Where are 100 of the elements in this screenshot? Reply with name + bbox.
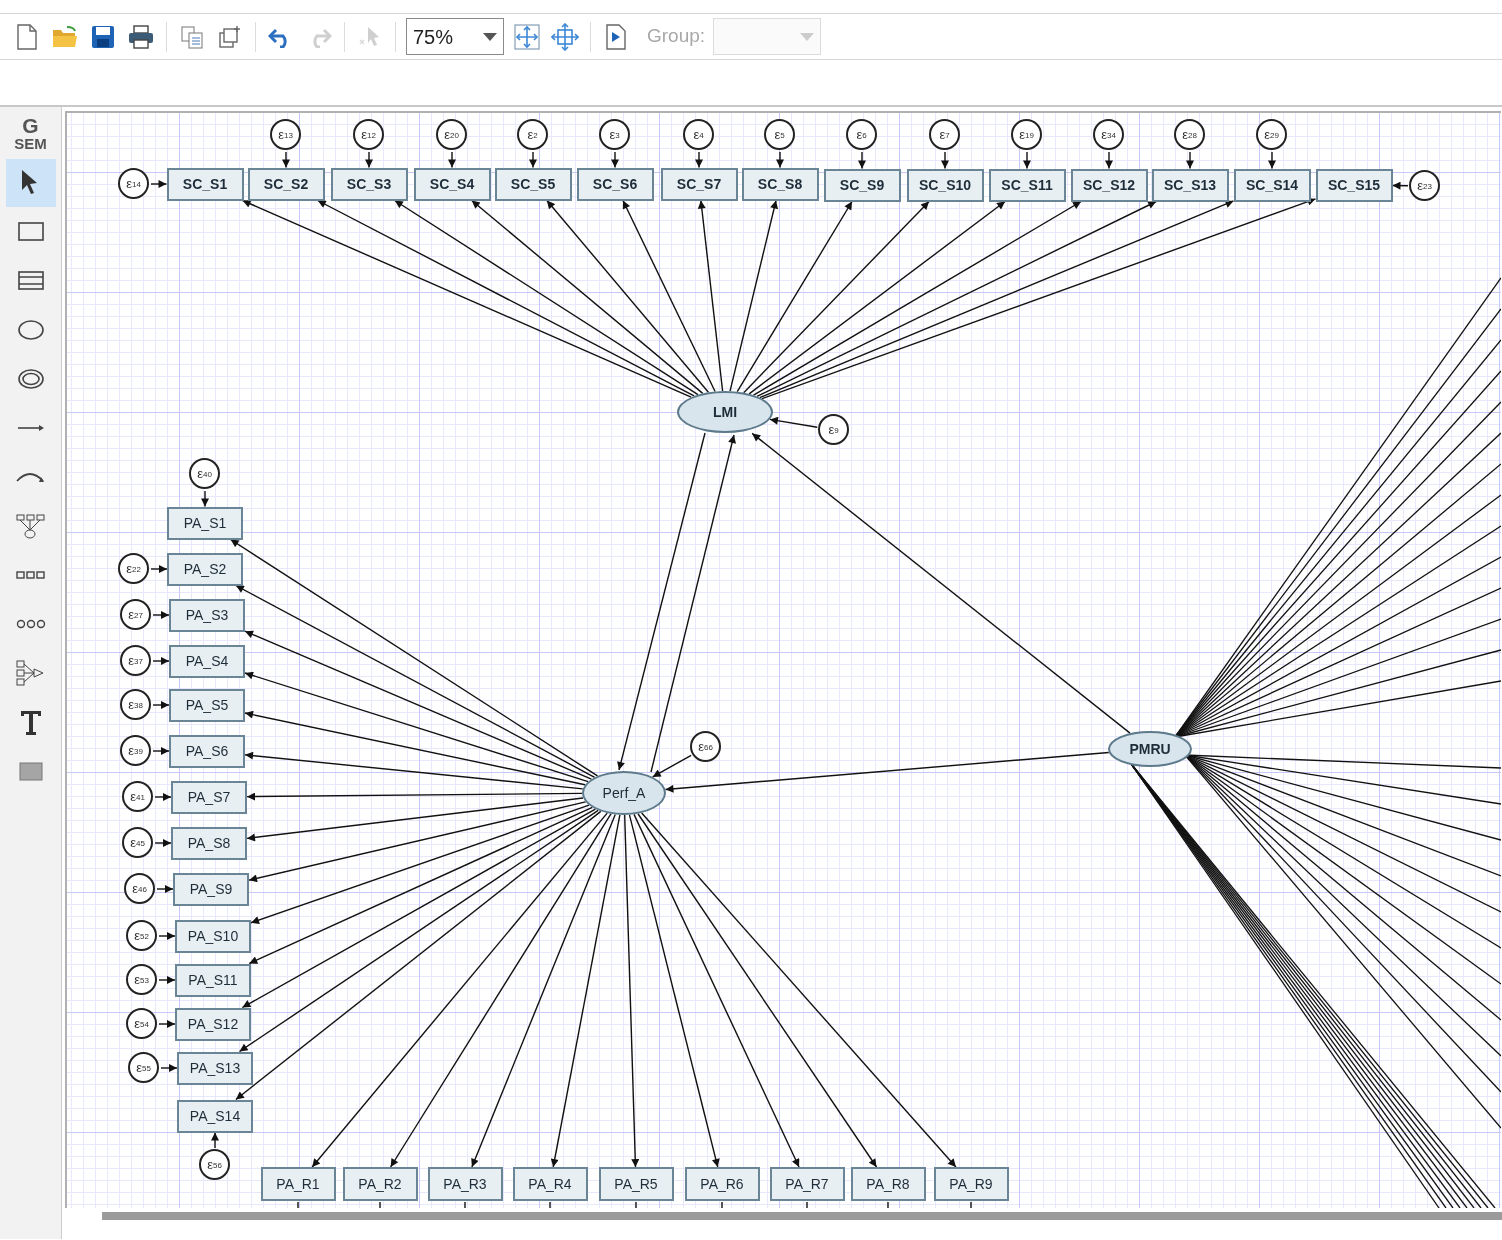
printer-icon: [128, 24, 154, 49]
path-line: [721, 1201, 723, 1208]
path-arrow: [211, 1131, 219, 1149]
group-label: Group:: [647, 24, 706, 49]
logo-letter: G: [22, 115, 39, 136]
path-line: [970, 1201, 972, 1208]
path-arrow: [1268, 151, 1276, 170]
indicator-node: SC_S13: [1151, 168, 1229, 202]
indicator-node: SC_S14: [1233, 168, 1311, 202]
path-arrow: [1186, 151, 1194, 170]
indicator-node: PA_S12: [175, 1007, 251, 1041]
indicator-node: PA_S10: [175, 919, 251, 953]
indicator-node: SC_S8: [741, 167, 819, 201]
path-line: [887, 1201, 889, 1208]
path-arrow: [152, 701, 170, 709]
path-arrow: [158, 932, 176, 940]
indicator-node: PA_R4: [512, 1167, 588, 1201]
path-arrow: [695, 151, 703, 169]
caret-icon: [483, 32, 497, 41]
path-arrow: [154, 839, 172, 847]
indicator-node: SC_S9: [823, 168, 901, 202]
path-arrow: [154, 793, 172, 801]
curve-icon: [16, 471, 45, 483]
indicator-node: SC_S7: [660, 167, 738, 201]
indicator-node: PA_R2: [342, 1167, 418, 1201]
play-icon: [605, 23, 627, 50]
new-file-icon: [16, 23, 38, 50]
indicator-node: PA_S8: [171, 826, 247, 860]
indicator-node: PA_S3: [169, 598, 245, 632]
path-arrow: [156, 885, 174, 893]
path-arrow: [941, 151, 949, 170]
indicator-node: PA_S14: [177, 1099, 253, 1133]
latent-node: PMRU: [1108, 731, 1192, 767]
move-icon: [551, 22, 579, 51]
indicator-node: SC_S12: [1070, 168, 1148, 202]
indicator-node: PA_S13: [177, 1051, 253, 1085]
folder-icon: [52, 24, 78, 49]
indicator-node: PA_S5: [169, 688, 245, 722]
indicator-node: PA_R9: [933, 1167, 1009, 1201]
path-arrow: [158, 976, 176, 984]
path-line: [549, 1201, 551, 1208]
indicator-node: PA_S7: [171, 780, 247, 814]
path-arrow: [282, 151, 290, 169]
indicator-node: PA_S1: [167, 506, 243, 540]
scroll-bar[interactable]: [102, 1212, 1502, 1220]
indicator-node: SC_S11: [988, 168, 1066, 202]
latent-node: Perf_A: [582, 771, 666, 815]
logo-text: SEM: [14, 136, 47, 151]
path-arrow: [1023, 151, 1031, 170]
path-arrow: [611, 151, 619, 169]
path-line: [297, 1201, 299, 1208]
indicator-node: PA_R1: [260, 1167, 336, 1201]
path-arrow: [150, 180, 168, 188]
path-arrow: [529, 151, 537, 169]
path-arrow: [1391, 181, 1409, 190]
save-icon: [91, 24, 115, 49]
tool-button[interactable]: [5, 159, 56, 207]
path-arrow: [158, 1020, 176, 1028]
indicator-node: PA_R7: [769, 1167, 845, 1201]
indicator-node: PA_S9: [173, 872, 249, 906]
indicator-node: PA_S2: [167, 552, 243, 586]
path-arrow: [1105, 151, 1113, 170]
indicator-node: SC_S5: [494, 167, 572, 201]
arrow-icon: [16, 424, 45, 432]
path-arrow: [152, 747, 170, 755]
path-line: [806, 1201, 808, 1208]
fit-icon: [514, 23, 540, 50]
latent-node: LMI: [677, 391, 773, 433]
path-arrow: [150, 565, 168, 573]
path-line: [635, 1201, 637, 1208]
path-arrow: [776, 151, 784, 169]
indicator-node: SC_S10: [906, 168, 984, 202]
squares-icon: [16, 571, 45, 579]
path-arrow: [152, 611, 170, 619]
copy-icon: [180, 24, 204, 49]
path-arrow: [858, 151, 866, 170]
indicator-node: PA_R3: [427, 1167, 503, 1201]
indicator-node: SC_S1: [166, 167, 244, 201]
indicator-node: SC_S3: [330, 167, 408, 201]
path-arrow: [201, 490, 209, 508]
indicator-node: PA_S6: [169, 734, 245, 768]
path-arrow: [160, 1064, 178, 1072]
indicator-node: PA_R6: [684, 1167, 760, 1201]
path-arrow: [152, 657, 170, 665]
indicator-node: SC_S6: [576, 167, 654, 201]
indicator-node: PA_S4: [169, 644, 245, 678]
indicator-node: SC_S2: [247, 167, 325, 201]
zoom-dropdown[interactable]: 75%: [406, 18, 504, 55]
path-line: [379, 1201, 381, 1208]
indicator-node: PA_S11: [175, 963, 251, 997]
add-copy-icon: [218, 24, 242, 49]
path-arrow: [448, 151, 456, 169]
indicator-node: PA_R5: [598, 1167, 674, 1201]
indicator-node: PA_R8: [850, 1167, 926, 1201]
path-arrow: [769, 416, 818, 428]
indicator-node: SC_S4: [413, 167, 491, 201]
path-arrow: [365, 151, 373, 169]
caret-icon: [800, 32, 815, 41]
indicator-node: SC_S15: [1315, 168, 1393, 202]
path-line: [464, 1201, 466, 1208]
